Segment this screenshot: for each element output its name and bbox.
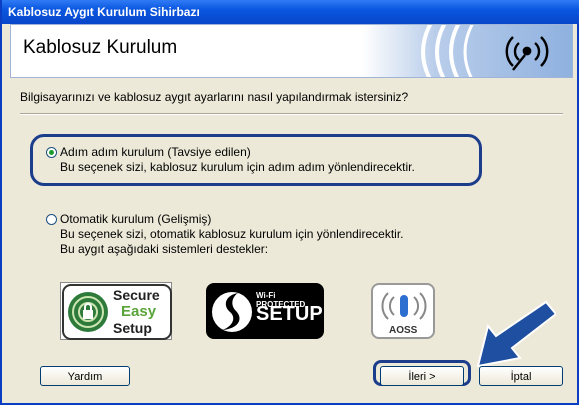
aoss-logo: AOSS — [371, 283, 435, 339]
header-panel: Kablosuz Kurulum — [10, 24, 573, 78]
radio-step-by-step[interactable] — [46, 147, 57, 158]
divider — [20, 113, 563, 115]
option-automatic-label: Otomatik kurulum (Gelişmiş) — [60, 212, 212, 226]
wps-icon — [212, 292, 252, 332]
title-bar: Kablosuz Aygıt Kurulum Sihirbazı — [2, 0, 579, 24]
next-button[interactable]: İleri > — [380, 366, 464, 386]
aoss-text: AOSS — [389, 325, 418, 336]
ses-word-2: Easy — [121, 303, 157, 320]
ses-word-1: Secure — [113, 287, 160, 303]
cancel-button[interactable]: İptal — [479, 366, 563, 386]
wifi-protected-setup-logo: Wi-Fi PROTECTED SETUP — [206, 283, 324, 339]
wizard-window: Kablosuz Aygıt Kurulum Sihirbazı Kablosu… — [0, 0, 579, 405]
pointer-arrow-icon — [476, 300, 556, 368]
help-button[interactable]: Yardım — [40, 366, 130, 386]
page-title: Kablosuz Kurulum — [23, 37, 178, 58]
wps-big-text: SETUP — [256, 303, 323, 325]
option-automatic[interactable]: Otomatik kurulum (Gelişmiş) Bu seçenek s… — [46, 212, 476, 260]
ses-word-3: Setup — [113, 320, 152, 336]
secure-easy-setup-logo: Secure Easy Setup — [60, 282, 172, 340]
aoss-antenna-icon — [381, 292, 427, 320]
option-step-by-step-label: Adım adım kurulum (Tavsiye edilen) — [60, 145, 251, 159]
option-automatic-systems: Bu aygıt aşağıdaki sistemleri destekler: — [60, 242, 269, 256]
wireless-banner-icon — [362, 25, 572, 77]
setup-question: Bilgisayarınızı ve kablosuz aygıt ayarla… — [20, 90, 409, 104]
option-step-by-step-description: Bu seçenek sizi, kablosuz kurulum için a… — [60, 160, 415, 174]
option-automatic-description: Bu seçenek sizi, otomatik kablosuz kurul… — [60, 227, 404, 241]
window-title: Kablosuz Aygıt Kurulum Sihirbazı — [8, 5, 200, 19]
option-step-by-step[interactable]: Adım adım kurulum (Tavsiye edilen) Bu se… — [46, 145, 476, 179]
radio-automatic[interactable] — [46, 214, 57, 225]
